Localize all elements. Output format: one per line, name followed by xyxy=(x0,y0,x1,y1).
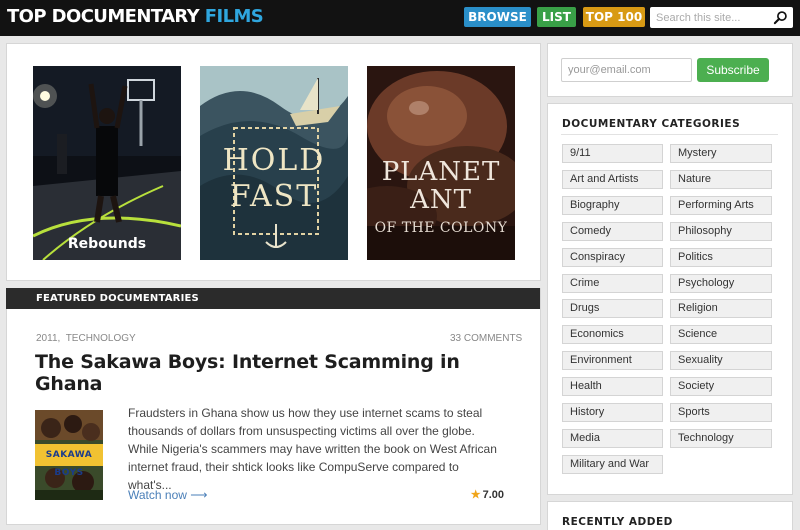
featured-meta: 2011, TECHNOLOGY xyxy=(36,333,136,344)
category-technology[interactable]: Technology xyxy=(670,429,772,448)
poster-rebounds[interactable]: Rebounds xyxy=(33,66,181,260)
featured-rating: ★ 7.00 xyxy=(471,488,504,501)
featured-category-link[interactable]: TECHNOLOGY xyxy=(66,333,136,344)
poster-hold-fast[interactable]: HOLD FAST xyxy=(200,66,348,260)
category-nature[interactable]: Nature xyxy=(670,170,772,189)
poster-title-line2: FAST xyxy=(229,179,319,214)
search-input[interactable] xyxy=(650,7,770,28)
poster-title: Rebounds xyxy=(67,236,147,252)
category-comedy[interactable]: Comedy xyxy=(562,222,663,241)
categories-divider xyxy=(561,134,778,135)
category-environment[interactable]: Environment xyxy=(562,351,663,370)
rating-value: 7.00 xyxy=(482,489,504,501)
thumbnail-text: SAKAWA BOYS xyxy=(45,450,93,478)
category-crime[interactable]: Crime xyxy=(562,274,663,293)
poster-title-line1: HOLD xyxy=(222,143,326,178)
featured-thumbnail[interactable]: SAKAWA BOYS xyxy=(35,410,103,500)
poster-image xyxy=(33,66,181,260)
category-performing-arts[interactable]: Performing Arts xyxy=(670,196,772,215)
featured-title[interactable]: The Sakawa Boys: Internet Scamming in Gh… xyxy=(35,351,515,395)
watch-now-link[interactable]: Watch now ⟶ xyxy=(128,488,207,502)
subscribe-button[interactable]: Subscribe xyxy=(697,58,769,82)
poster-subtitle: OF THE COLONY xyxy=(374,220,508,236)
category-conspiracy[interactable]: Conspiracy xyxy=(562,248,663,267)
category-health[interactable]: Health xyxy=(562,377,663,396)
browse-button[interactable]: BROWSE xyxy=(464,7,531,27)
category-psychology[interactable]: Psychology xyxy=(670,274,772,293)
category-society[interactable]: Society xyxy=(670,377,772,396)
category-military-and-war[interactable]: Military and War xyxy=(562,455,663,474)
search-icon[interactable] xyxy=(773,10,788,25)
star-icon: ★ xyxy=(470,489,481,501)
featured-section-title: FEATURED DOCUMENTARIES xyxy=(6,288,540,309)
category-media[interactable]: Media xyxy=(562,429,663,448)
top-bar: TOP DOCUMENTARY FILMS BROWSE LIST TOP 10… xyxy=(0,0,800,36)
featured-year[interactable]: 2011 xyxy=(36,333,58,344)
email-field[interactable] xyxy=(561,58,692,82)
category-sports[interactable]: Sports xyxy=(670,403,772,422)
category-drugs[interactable]: Drugs xyxy=(562,299,663,318)
category-economics[interactable]: Economics xyxy=(562,325,663,344)
categories-title: DOCUMENTARY CATEGORIES xyxy=(562,118,741,130)
category-biography[interactable]: Biography xyxy=(562,196,663,215)
category-politics[interactable]: Politics xyxy=(670,248,772,267)
search-box xyxy=(650,7,793,28)
featured-comments-link[interactable]: 33 COMMENTS xyxy=(450,333,522,344)
meta-separator: , xyxy=(57,333,61,344)
category-religion[interactable]: Religion xyxy=(670,299,772,318)
featured-description: Fraudsters in Ghana show us how they use… xyxy=(128,406,497,492)
category-9-11[interactable]: 9/11 xyxy=(562,144,663,163)
category-sexuality[interactable]: Sexuality xyxy=(670,351,772,370)
category-art-and-artists[interactable]: Art and Artists xyxy=(562,170,663,189)
poster-planet-ant[interactable]: PLANET ANT OF THE COLONY xyxy=(367,66,515,260)
top-100-button[interactable]: TOP 100 xyxy=(583,7,645,27)
site-logo[interactable]: TOP DOCUMENTARY FILMS xyxy=(7,6,264,28)
poster-title-line1: PLANET xyxy=(381,157,501,187)
category-science[interactable]: Science xyxy=(670,325,772,344)
category-history[interactable]: History xyxy=(562,403,663,422)
list-button[interactable]: LIST xyxy=(537,7,576,27)
category-philosophy[interactable]: Philosophy xyxy=(670,222,772,241)
category-mystery[interactable]: Mystery xyxy=(670,144,772,163)
posters-panel: Rebounds HOLD FAST PLANET ANT OF THE COL… xyxy=(6,43,541,281)
poster-title-line2: ANT xyxy=(410,185,472,215)
recent-title: RECENTLY ADDED xyxy=(562,516,673,528)
